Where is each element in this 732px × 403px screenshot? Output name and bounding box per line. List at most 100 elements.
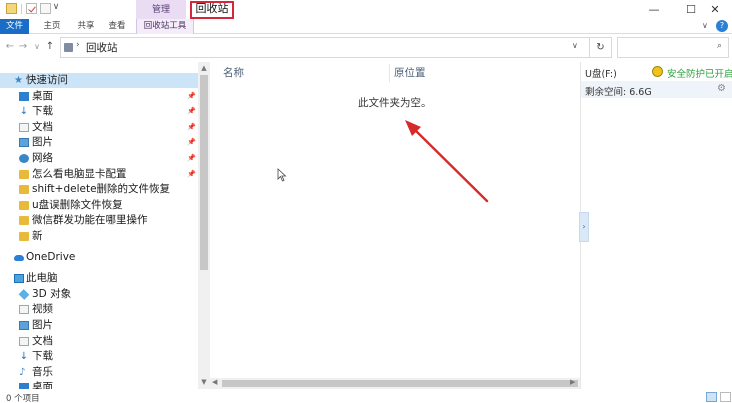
nav-label: 图片 [32, 319, 53, 331]
address-bar[interactable] [60, 37, 590, 58]
nav-label: 快速访问 [26, 74, 68, 86]
properties-icon[interactable] [26, 3, 37, 14]
3d-objects-icon [18, 289, 30, 300]
nav-label: 3D 对象 [32, 288, 72, 300]
pin-icon[interactable]: 📌 [187, 120, 196, 135]
scroll-right-arrow-icon[interactable]: ▶ [570, 378, 575, 386]
document-icon [19, 123, 29, 132]
contextual-group-manage: 管理 [136, 0, 186, 19]
tab-share[interactable]: 共享 [71, 19, 101, 34]
folder-icon [19, 201, 29, 210]
pin-icon[interactable]: 📌 [187, 104, 196, 119]
nav-scrollbar-thumb[interactable] [200, 75, 208, 270]
nav-label: 桌面 [32, 90, 53, 102]
nav-item-pc-3[interactable]: 文档 [0, 334, 198, 349]
gear-icon[interactable]: ⚙ [717, 83, 726, 94]
nav-quick-access[interactable]: ★ 快速访问 [0, 73, 198, 88]
nav-item-quick-5[interactable]: 怎么看电脑显卡配置 📌 [0, 167, 198, 182]
nav-label: u盘误删除文件恢复 [32, 199, 123, 211]
file-list[interactable] [210, 62, 580, 389]
recent-locations-chevron-icon[interactable]: ∨ [31, 40, 43, 54]
nav-item-quick-4[interactable]: 网络 📌 [0, 151, 198, 166]
nav-label: 怎么看电脑显卡配置 [32, 168, 127, 180]
breadcrumb-separator[interactable]: › [76, 40, 80, 50]
shield-icon [652, 66, 663, 77]
column-header-original-location[interactable]: 原位置 [394, 64, 426, 82]
tab-home[interactable]: 主页 [33, 19, 71, 34]
title-highlight-box [190, 1, 234, 19]
forward-button[interactable]: → [17, 40, 29, 54]
scroll-up-arrow-icon[interactable]: ▲ [198, 64, 210, 72]
protection-status[interactable]: 安全防护已开启 [667, 66, 732, 80]
tab-recycle-bin-tools[interactable]: 回收站工具 [136, 19, 194, 34]
nav-label: 下载 [32, 350, 53, 362]
music-icon: ♪ [19, 367, 26, 378]
column-divider[interactable] [389, 64, 390, 82]
nav-onedrive[interactable]: OneDrive [0, 250, 198, 265]
document-icon [19, 337, 29, 346]
video-icon [19, 305, 29, 314]
nav-item-quick-9[interactable]: 新 [0, 229, 198, 244]
up-button[interactable]: ↑ [44, 40, 56, 54]
address-dropdown-chevron-icon[interactable]: ∨ [572, 41, 578, 50]
navigation-pane: ★ 快速访问 桌面 📌 ↓ 下载 📌 文档 📌 图片 📌 网络 📌 怎么看电脑显卡配置 📌 shift+d… [0, 62, 210, 393]
nav-item-quick-3[interactable]: 图片 📌 [0, 135, 198, 150]
horizontal-scrollbar-thumb[interactable] [222, 380, 578, 387]
nav-label: 音乐 [32, 366, 53, 378]
nav-item-quick-6[interactable]: shift+delete删除的文件恢复 [0, 182, 198, 197]
pin-icon[interactable]: 📌 [187, 135, 196, 150]
minimize-button[interactable]: — [639, 2, 669, 17]
desktop-icon [19, 92, 29, 101]
nav-item-pc-5[interactable]: ♪ 音乐 [0, 365, 198, 380]
tab-file[interactable]: 文件 [0, 19, 29, 34]
folder-icon [19, 185, 29, 194]
drive-label: U盘(F:) [585, 69, 617, 80]
nav-item-quick-1[interactable]: ↓ 下载 📌 [0, 104, 198, 119]
scroll-down-arrow-icon[interactable]: ▼ [198, 378, 210, 386]
scroll-left-arrow-icon[interactable]: ◀ [212, 378, 217, 386]
search-input[interactable] [617, 37, 729, 58]
pin-icon[interactable]: 📌 [187, 151, 196, 166]
nav-item-quick-7[interactable]: u盘误删除文件恢复 [0, 198, 198, 213]
column-header-name[interactable]: 名称 [223, 64, 244, 82]
nav-item-pc-1[interactable]: 视频 [0, 302, 198, 317]
search-icon[interactable]: ⌕ [717, 41, 722, 51]
picture-icon [19, 321, 29, 330]
nav-label: 下载 [32, 105, 53, 117]
customize-quick-access-chevron-icon[interactable]: ∨ [51, 2, 61, 14]
mouse-cursor-icon [277, 168, 287, 182]
onedrive-icon [14, 255, 24, 261]
nav-label: OneDrive [26, 251, 76, 263]
pin-icon[interactable]: 📌 [187, 89, 196, 104]
nav-this-pc[interactable]: 此电脑 [0, 271, 198, 286]
picture-icon [19, 138, 29, 147]
large-icons-view-icon[interactable] [720, 392, 731, 402]
nav-item-quick-2[interactable]: 文档 📌 [0, 120, 198, 135]
tab-view[interactable]: 查看 [101, 19, 133, 34]
close-button[interactable]: ✕ [700, 2, 730, 17]
help-icon[interactable]: ? [716, 20, 728, 32]
breadcrumb-recycle-bin[interactable]: 回收站 [86, 40, 118, 55]
nav-label: 文档 [32, 121, 53, 133]
title-bar [0, 0, 732, 19]
pin-icon[interactable]: 📌 [187, 167, 196, 182]
nav-item-pc-0[interactable]: 3D 对象 [0, 287, 198, 302]
back-button[interactable]: ← [4, 40, 16, 54]
nav-item-quick-8[interactable]: 微信群发功能在哪里操作 [0, 213, 198, 228]
new-folder-icon[interactable] [40, 3, 51, 14]
expand-details-button[interactable]: › [579, 212, 589, 242]
nav-item-pc-4[interactable]: ↓ 下载 [0, 349, 198, 364]
download-icon: ↓ [19, 351, 29, 362]
nav-item-pc-2[interactable]: 图片 [0, 318, 198, 333]
nav-label: 微信群发功能在哪里操作 [32, 214, 148, 226]
refresh-button[interactable]: ↻ [590, 37, 612, 58]
free-space-label: 剩余空间: 6.6G [585, 87, 652, 98]
nav-item-quick-0[interactable]: 桌面 📌 [0, 89, 198, 104]
folder-icon [6, 3, 17, 14]
computer-icon [14, 274, 24, 283]
expand-ribbon-chevron-icon[interactable]: ∨ [702, 21, 712, 30]
download-icon: ↓ [19, 106, 29, 117]
folder-icon [19, 216, 29, 225]
details-view-icon[interactable] [706, 392, 717, 402]
nav-label: 新 [32, 230, 43, 242]
